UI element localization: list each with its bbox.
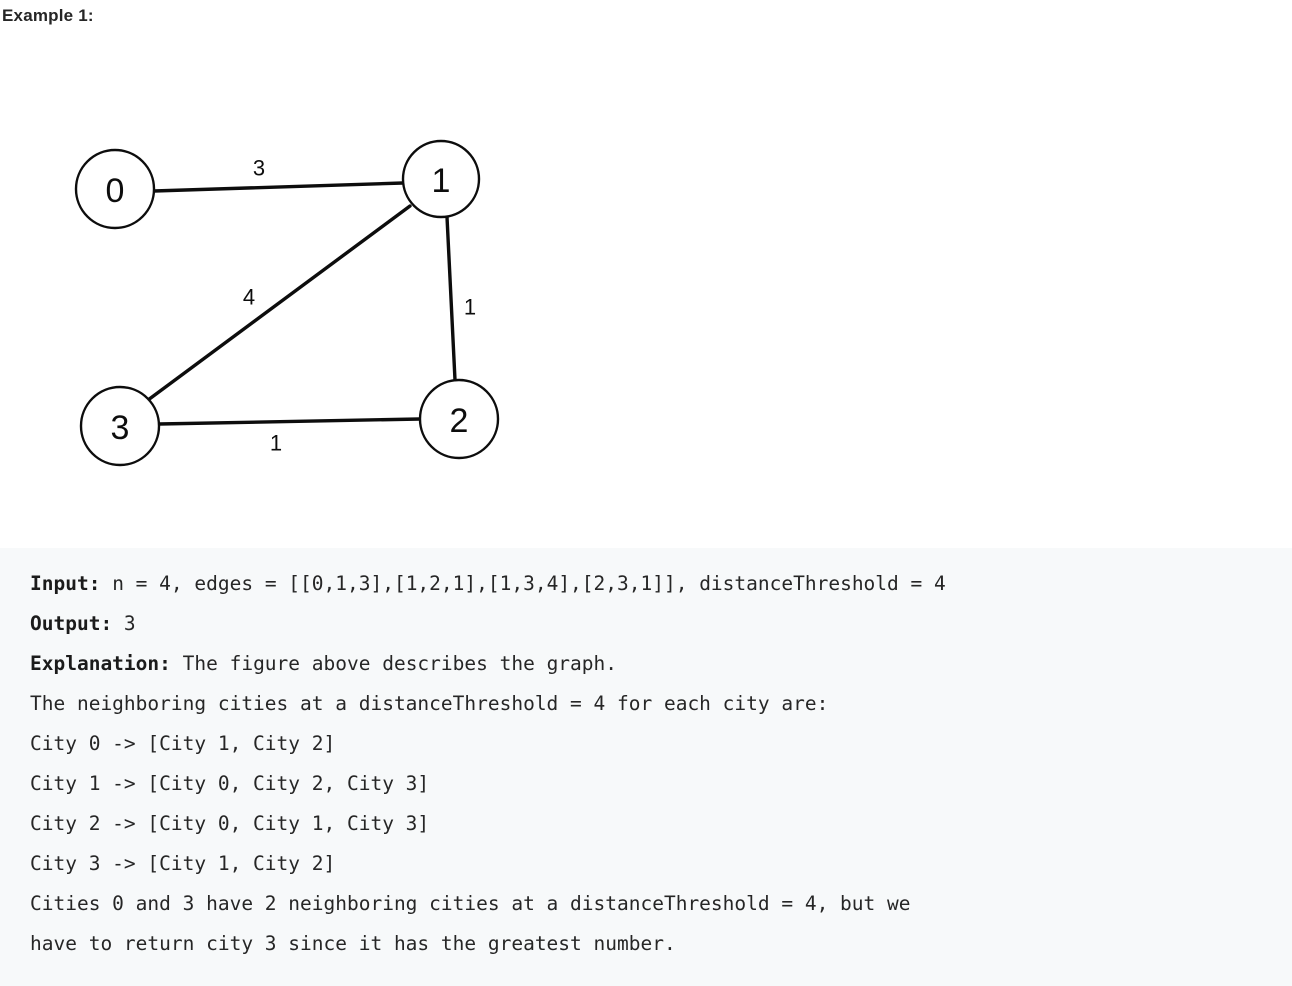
node-label-0: 0 (106, 172, 125, 210)
graph-edge-1-3 (146, 204, 412, 402)
output-line: Output: 3 (30, 604, 1272, 644)
output-value: 3 (112, 612, 136, 635)
city-1-line: City 1 -> [City 0, City 2, City 3] (30, 772, 430, 795)
city-0-line: City 0 -> [City 1, City 2] (30, 732, 336, 755)
graph-node-0: 0 (74, 148, 156, 230)
explanation-detail-line: The neighboring cities at a distanceThre… (30, 692, 829, 715)
input-label: Input: (30, 572, 101, 595)
example-code-block: Input: n = 4, edges = [[0,1,3],[1,2,1],[… (0, 548, 1292, 986)
edge-weight-0-1: 3 (253, 156, 265, 181)
node-label-1: 1 (432, 162, 451, 200)
explanation-line: Explanation: The figure above describes … (30, 644, 1272, 684)
edge-weight-1-2: 1 (464, 295, 476, 320)
graph-svg: 3 1 4 1 0 1 2 3 (74, 139, 500, 467)
edge-weight-3-2: 1 (270, 431, 282, 456)
city-3-line: City 3 -> [City 1, City 2] (30, 852, 336, 875)
explanation-label: Explanation: (30, 652, 171, 675)
explanation-value: The figure above describes the graph. (170, 652, 618, 675)
city-2-line: City 2 -> [City 0, City 1, City 3] (30, 812, 430, 835)
graph-edge-3-2 (157, 417, 422, 426)
output-label: Output: (30, 612, 113, 635)
graph-node-2: 2 (418, 378, 500, 460)
input-line: Input: n = 4, edges = [[0,1,3],[1,2,1],[… (30, 564, 1272, 604)
node-label-2: 2 (450, 402, 469, 440)
graph-figure: 3 1 4 1 0 1 2 3 (0, 60, 620, 520)
node-label-3: 3 (111, 409, 130, 447)
graph-edge-0-1 (152, 181, 405, 193)
graph-edge-1-2 (445, 215, 457, 382)
page-title: Example 1: (2, 6, 94, 25)
edge-weight-1-3: 4 (243, 285, 255, 310)
graph-node-1: 1 (401, 139, 481, 219)
graph-node-3: 3 (79, 385, 161, 467)
conclusion-line-2: have to return city 3 since it has the g… (30, 932, 676, 955)
conclusion-line-1: Cities 0 and 3 have 2 neighboring cities… (30, 892, 911, 915)
example-pre: Input: n = 4, edges = [[0,1,3],[1,2,1],[… (30, 564, 1272, 964)
input-value: n = 4, edges = [[0,1,3],[1,2,1],[1,3,4],… (100, 572, 946, 595)
